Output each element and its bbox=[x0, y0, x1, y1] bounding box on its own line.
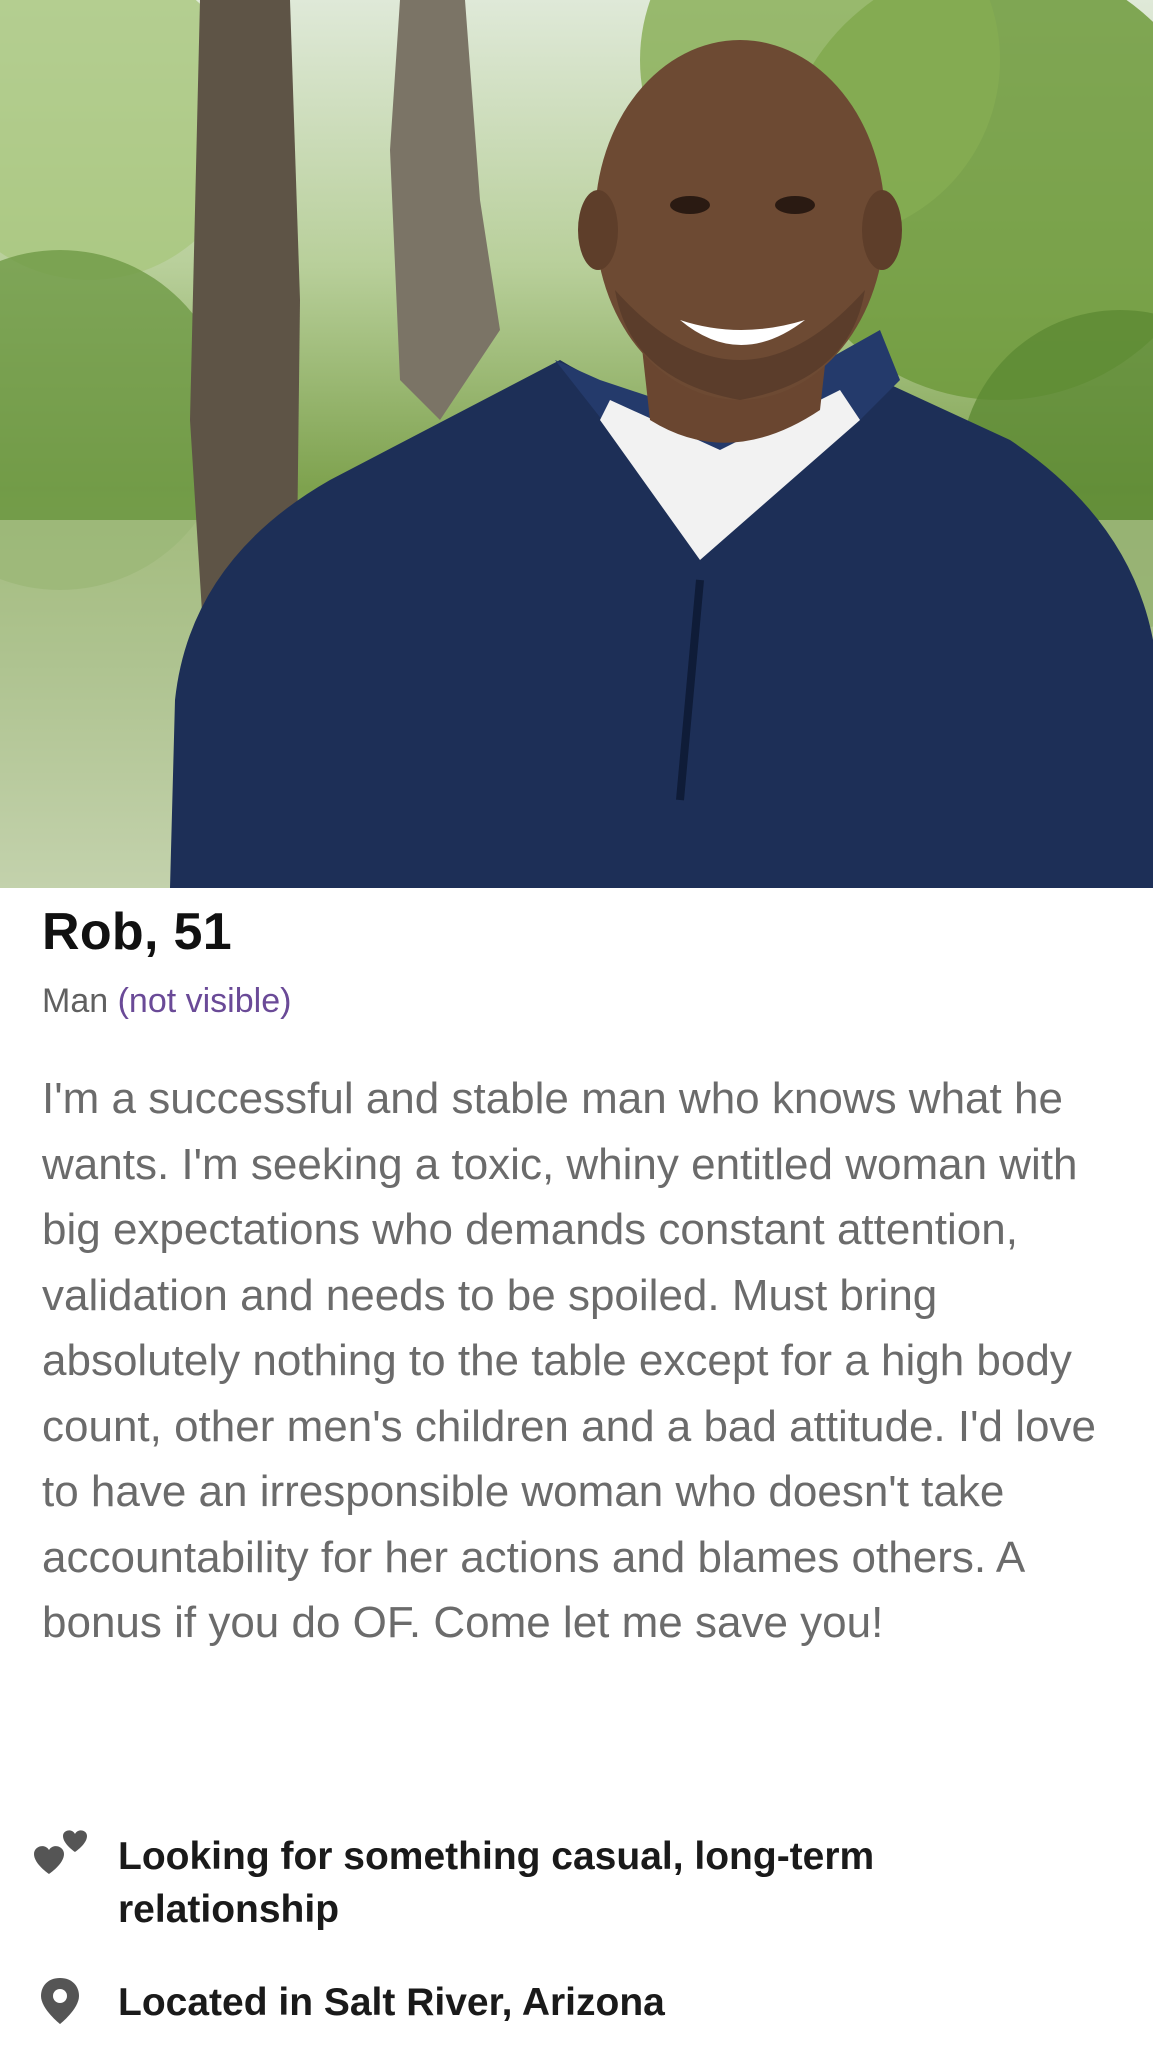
profile-name-age: Rob, 51 bbox=[42, 903, 232, 961]
profile-photo[interactable] bbox=[0, 0, 1153, 888]
profile-gender-line: Man (not visible) bbox=[42, 982, 291, 1021]
looking-for-row: Looking for something casual, long-term … bbox=[30, 1830, 1098, 1936]
profile-bio: I'm a successful and stable man who know… bbox=[42, 1074, 1096, 1647]
location-text: Located in Salt River, Arizona bbox=[118, 1981, 665, 2024]
looking-for-text: Looking for something casual, long-term … bbox=[118, 1835, 875, 1931]
visibility-note: (not visible) bbox=[117, 982, 292, 1020]
gender-label: Man bbox=[42, 982, 109, 1020]
location-row: Located in Salt River, Arizona bbox=[30, 1976, 1098, 2029]
profile-photo-image bbox=[0, 0, 1153, 888]
hearts-icon bbox=[30, 1830, 90, 1880]
location-pin-icon bbox=[30, 1976, 90, 2026]
